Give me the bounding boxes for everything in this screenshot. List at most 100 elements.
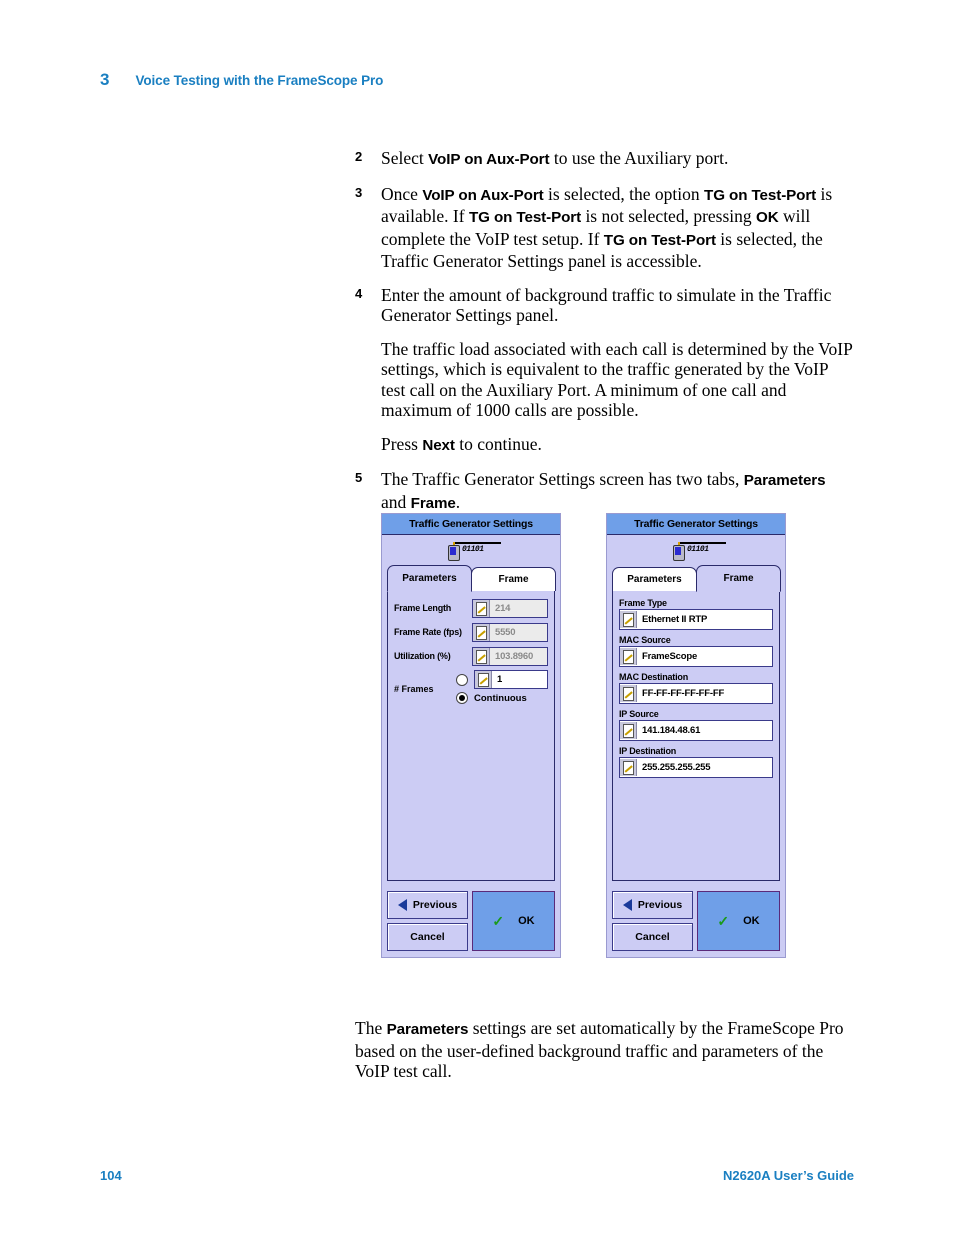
field-group-mac-destination: MAC Destination FF-FF-FF-FF-FF-FF xyxy=(619,672,773,704)
tab-frame[interactable]: Frame xyxy=(471,567,556,591)
utilization-label: Utilization (%) xyxy=(394,651,451,661)
cancel-button-label: Cancel xyxy=(635,931,670,943)
device-screenshot-parameters: Traffic Generator Settings 01101 Paramet… xyxy=(381,513,561,958)
step-2-number: 2 xyxy=(355,149,363,164)
tab-parameters[interactable]: Parameters xyxy=(387,565,472,592)
field-row-num-frames: # Frames 1 Continuous xyxy=(394,670,548,707)
left-tab-strip: Parameters Frame xyxy=(387,565,556,592)
ip-destination-label: IP Destination xyxy=(619,746,677,756)
step-3-t2: is selected, the option xyxy=(543,183,705,204)
frame-type-label: Frame Type xyxy=(619,598,667,608)
frame-type-field[interactable]: Ethernet II RTP xyxy=(619,609,773,630)
step-3-b2: TG on Test-Port xyxy=(704,186,817,204)
mac-source-label: MAC Source xyxy=(619,635,671,645)
running-header: 3 Voice Testing with the FrameScope Pro xyxy=(100,70,383,90)
tab-frame[interactable]: Frame xyxy=(696,565,781,592)
frame-length-value: 214 xyxy=(495,602,511,614)
edit-icon[interactable] xyxy=(620,759,637,776)
field-group-ip-destination: IP Destination 255.255.255.255 xyxy=(619,746,773,778)
handheld-device-icon: 01101 xyxy=(664,540,728,561)
step-2-b1: VoIP on Aux-Port xyxy=(428,151,550,168)
mac-destination-value: FF-FF-FF-FF-FF-FF xyxy=(642,688,725,699)
ip-source-value: 141.184.48.61 xyxy=(642,725,701,736)
radio-unselected-icon[interactable] xyxy=(456,673,468,686)
field-group-frame-type: Frame Type Ethernet II RTP xyxy=(619,598,773,630)
edit-icon[interactable] xyxy=(620,648,637,665)
mac-destination-field[interactable]: FF-FF-FF-FF-FF-FF xyxy=(619,683,773,704)
edit-icon[interactable] xyxy=(473,599,490,617)
checkmark-icon: ✓ xyxy=(717,913,730,929)
step-3-t1: Once xyxy=(381,183,423,204)
ok-button-label: OK xyxy=(743,915,760,927)
step-4-number: 4 xyxy=(355,285,363,301)
previous-button[interactable]: Previous xyxy=(387,891,468,919)
edit-icon[interactable] xyxy=(620,611,637,628)
step-3: 3 Once VoIP on Aux-Port is selected, the… xyxy=(355,184,855,272)
mac-destination-label: MAC Destination xyxy=(619,672,689,682)
num-frames-continuous-option[interactable]: Continuous xyxy=(456,692,548,704)
step-5-number: 5 xyxy=(355,470,363,485)
cancel-button[interactable]: Cancel xyxy=(387,923,468,951)
device-screenshots: Traffic Generator Settings 01101 Paramet… xyxy=(381,513,786,958)
num-frames-count-option[interactable]: 1 xyxy=(456,670,548,689)
frame-length-label: Frame Length xyxy=(394,603,452,613)
field-group-ip-source: IP Source 141.184.48.61 xyxy=(619,709,773,741)
field-row-utilization: Utilization (%) 103.8960 xyxy=(394,646,548,666)
mac-source-value: FrameScope xyxy=(642,651,698,662)
cancel-button-label: Cancel xyxy=(410,931,445,943)
previous-button-label: Previous xyxy=(412,899,458,911)
left-title-bar: Traffic Generator Settings xyxy=(382,514,560,535)
ip-source-label: IP Source xyxy=(619,709,659,719)
tab-parameters-label: Parameters xyxy=(627,574,682,585)
mac-source-field[interactable]: FrameScope xyxy=(619,646,773,667)
frame-pane: Frame Type Ethernet II RTP MAC Source Fr… xyxy=(612,591,780,881)
tab-frame-label: Frame xyxy=(498,574,529,585)
step-2-t1: Select xyxy=(381,148,429,168)
previous-button[interactable]: Previous xyxy=(612,891,693,919)
parameters-pane: Frame Length 214 Frame Rate (fps) 5550 U… xyxy=(387,591,555,881)
cancel-button[interactable]: Cancel xyxy=(612,923,693,951)
arrow-left-icon xyxy=(397,899,407,911)
radio-selected-icon[interactable] xyxy=(456,692,468,704)
right-button-area: Previous Cancel ✓ OK xyxy=(607,887,785,957)
step-5-t2: and xyxy=(381,491,411,512)
step-2: 2 Select VoIP on Aux-Port to use the Aux… xyxy=(355,148,855,171)
step-5-t1: The Traffic Generator Settings screen ha… xyxy=(381,469,744,489)
field-group-mac-source: MAC Source FrameScope xyxy=(619,635,773,667)
ip-destination-field[interactable]: 255.255.255.255 xyxy=(619,757,773,778)
step-3-text: Once VoIP on Aux-Port is selected, the o… xyxy=(381,184,855,272)
frame-rate-field[interactable]: 5550 xyxy=(472,622,548,642)
press-next-t1: Press xyxy=(381,433,423,454)
ok-button[interactable]: ✓ OK xyxy=(697,891,780,951)
edit-icon[interactable] xyxy=(473,623,490,641)
edit-icon[interactable] xyxy=(620,722,637,739)
num-frames-options: 1 Continuous xyxy=(456,670,548,707)
num-frames-label: # Frames xyxy=(394,683,434,694)
chapter-number: 3 xyxy=(100,70,110,89)
num-frames-count-field[interactable]: 1 xyxy=(474,670,548,689)
closing-t1: The xyxy=(355,1018,387,1038)
closing-b1: Parameters xyxy=(386,1021,469,1038)
edit-icon[interactable] xyxy=(473,647,490,665)
frame-length-field[interactable]: 214 xyxy=(472,598,548,618)
step-5-b1: Parameters xyxy=(743,472,826,489)
utilization-field[interactable]: 103.8960 xyxy=(472,646,548,666)
step-5-t3: . xyxy=(455,491,461,512)
handheld-device-icon: 01101 xyxy=(439,540,503,561)
right-connection-row: 01101 xyxy=(607,535,785,565)
ip-source-field[interactable]: 141.184.48.61 xyxy=(619,720,773,741)
tab-parameters[interactable]: Parameters xyxy=(612,567,697,591)
cable-line-icon xyxy=(678,542,726,544)
step-3-b1: VoIP on Aux-Port xyxy=(422,186,544,204)
edit-icon[interactable] xyxy=(620,685,637,702)
edit-icon[interactable] xyxy=(475,671,492,688)
device-screen-icon xyxy=(675,547,681,555)
footer-guide-title: N2620A User’s Guide xyxy=(722,1168,854,1183)
paragraph-press-next: Press Next to continue. xyxy=(381,434,855,457)
step-4-text: Enter the amount of background traffic t… xyxy=(381,284,832,326)
ok-button-label: OK xyxy=(518,915,535,927)
device-screen-icon xyxy=(450,547,456,555)
step-3-b5: TG on Test-Port xyxy=(603,231,716,249)
ok-button[interactable]: ✓ OK xyxy=(472,891,555,951)
continuous-label: Continuous xyxy=(474,692,527,704)
